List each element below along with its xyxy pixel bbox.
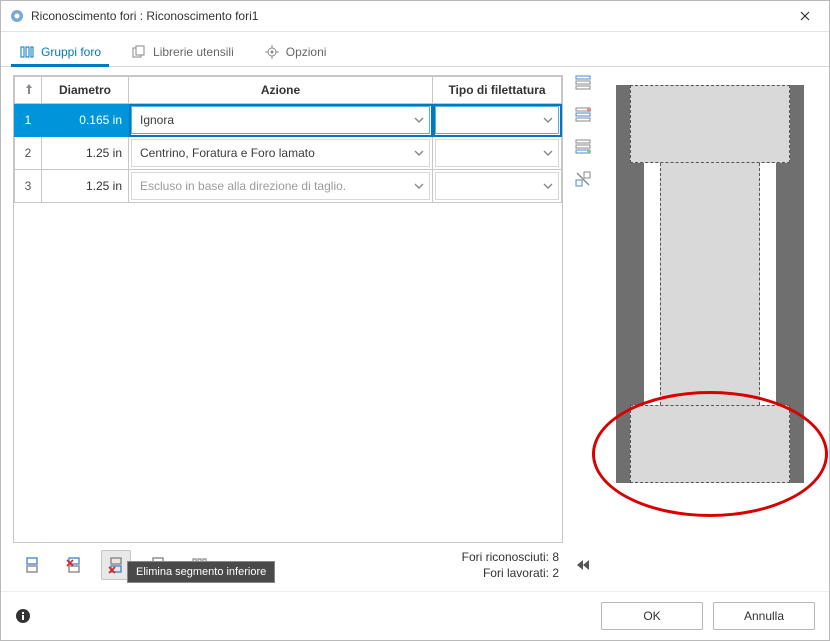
tab-label: Opzioni bbox=[286, 45, 327, 59]
tab-hole-groups[interactable]: Gruppi foro bbox=[13, 40, 107, 66]
stats-recognized-label: Fori riconosciuti: bbox=[462, 550, 549, 564]
filter-1-button[interactable] bbox=[573, 73, 593, 93]
action-value: Ignora bbox=[140, 113, 413, 127]
titlebar: Riconoscimento fori : Riconoscimento for… bbox=[1, 1, 829, 32]
column-sort[interactable] bbox=[15, 77, 42, 104]
tool-libraries-icon bbox=[131, 44, 147, 60]
row-action-cell: Escluso in base alla direzione di taglio… bbox=[129, 170, 433, 203]
left-pane: Diametro Azione Tipo di filettatura 10.1… bbox=[1, 67, 567, 591]
tooltip: Elimina segmento inferiore bbox=[127, 561, 275, 583]
tab-label: Gruppi foro bbox=[41, 45, 101, 59]
preview-shaft bbox=[660, 163, 760, 405]
chevron-down-icon bbox=[542, 180, 554, 192]
preview-pane bbox=[599, 67, 829, 591]
chevron-down-icon bbox=[413, 147, 425, 159]
info-icon[interactable] bbox=[15, 608, 31, 624]
close-icon bbox=[800, 11, 810, 21]
stats-machined-label: Fori lavorati: bbox=[483, 566, 549, 580]
thread-dropdown[interactable] bbox=[435, 172, 559, 200]
row-thread-cell bbox=[433, 104, 562, 137]
cancel-button[interactable]: Annulla bbox=[713, 602, 815, 630]
row-thread-cell bbox=[433, 170, 562, 203]
tab-bar: Gruppi foro Librerie utensili Opzioni bbox=[1, 32, 829, 67]
preview-canvas bbox=[610, 79, 810, 489]
row-index: 2 bbox=[15, 137, 42, 170]
stats-recognized-value: 8 bbox=[552, 550, 559, 564]
highlight-marker bbox=[592, 391, 828, 517]
delete-bottom-icon bbox=[106, 555, 126, 575]
row-thread-cell bbox=[433, 137, 562, 170]
delete-top-icon bbox=[64, 555, 84, 575]
column-action[interactable]: Azione bbox=[129, 77, 433, 104]
stats-machined-value: 2 bbox=[552, 566, 559, 580]
row-diameter: 1.25 in bbox=[42, 137, 129, 170]
rewind-button[interactable] bbox=[573, 547, 593, 575]
sort-arrow-icon bbox=[25, 83, 33, 97]
table-row[interactable]: 10.165 in Ignora bbox=[15, 104, 562, 137]
delete-top-segment-button[interactable] bbox=[59, 550, 89, 580]
tab-options[interactable]: Opzioni bbox=[258, 40, 333, 66]
segment-icon bbox=[22, 555, 42, 575]
side-icon-bar bbox=[567, 67, 599, 591]
ok-button[interactable]: OK bbox=[601, 602, 703, 630]
add-segment-button[interactable] bbox=[17, 550, 47, 580]
action-value: Centrino, Foratura e Foro lamato bbox=[140, 146, 413, 160]
column-diameter[interactable]: Diametro bbox=[42, 77, 129, 104]
filter-3-button[interactable] bbox=[573, 137, 593, 157]
tab-tool-libraries[interactable]: Librerie utensili bbox=[125, 40, 240, 66]
hole-groups-icon bbox=[19, 44, 35, 60]
chevron-down-icon bbox=[542, 114, 554, 126]
row-diameter: 1.25 in bbox=[42, 170, 129, 203]
action-dropdown[interactable]: Ignora bbox=[131, 106, 430, 134]
filter-2-button[interactable] bbox=[573, 105, 593, 125]
window-title: Riconoscimento fori : Riconoscimento for… bbox=[31, 9, 789, 23]
tab-label: Librerie utensili bbox=[153, 45, 234, 59]
dialog-footer: OK Annulla bbox=[1, 591, 829, 640]
hole-table: Diametro Azione Tipo di filettatura 10.1… bbox=[13, 75, 563, 543]
table-row[interactable]: 31.25 in Escluso in base alla direzione d… bbox=[15, 170, 562, 203]
row-index: 1 bbox=[15, 104, 42, 137]
content-area: Diametro Azione Tipo di filettatura 10.1… bbox=[1, 67, 829, 591]
chevron-down-icon bbox=[542, 147, 554, 159]
thread-dropdown[interactable] bbox=[435, 106, 559, 134]
rewind-icon bbox=[574, 556, 592, 574]
chevron-down-icon bbox=[413, 180, 425, 192]
table-row[interactable]: 21.25 in Centrino, Foratura e Foro lamato bbox=[15, 137, 562, 170]
close-button[interactable] bbox=[789, 4, 821, 28]
row-index: 3 bbox=[15, 170, 42, 203]
preview-top-cap bbox=[630, 85, 790, 163]
stats-text: Fori riconosciuti: 8 Fori lavorati: 2 bbox=[462, 549, 559, 581]
chevron-down-icon bbox=[413, 114, 425, 126]
column-thread-type[interactable]: Tipo di filettatura bbox=[433, 77, 562, 104]
filter-4-button[interactable] bbox=[573, 169, 593, 189]
row-diameter: 0.165 in bbox=[42, 104, 129, 137]
row-action-cell: Centrino, Foratura e Foro lamato bbox=[129, 137, 433, 170]
action-value: Escluso in base alla direzione di taglio… bbox=[140, 179, 413, 193]
gear-icon bbox=[264, 44, 280, 60]
thread-dropdown[interactable] bbox=[435, 139, 559, 167]
dialog-window: Riconoscimento fori : Riconoscimento for… bbox=[0, 0, 830, 641]
app-icon bbox=[9, 8, 25, 24]
action-dropdown[interactable]: Centrino, Foratura e Foro lamato bbox=[131, 139, 430, 167]
table-toolbar: Fori riconosciuti: 8 Fori lavorati: 2 bbox=[13, 543, 563, 583]
action-dropdown[interactable]: Escluso in base alla direzione di taglio… bbox=[131, 172, 430, 200]
row-action-cell: Ignora bbox=[129, 104, 433, 137]
